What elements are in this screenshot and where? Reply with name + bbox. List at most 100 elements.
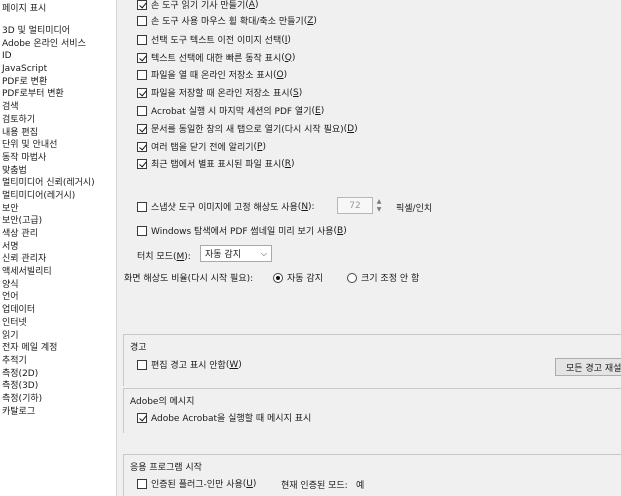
- certified-plugins-checkbox[interactable]: [137, 478, 147, 489]
- sidebar-item[interactable]: 동작 마법사: [2, 152, 95, 165]
- certified-mode-value: 예: [356, 481, 365, 491]
- sidebar-item[interactable]: 인터넷: [2, 317, 95, 330]
- option-access-key: Q: [284, 52, 292, 63]
- sidebar-item[interactable]: 읽기: [2, 330, 95, 343]
- resolution-noscale-option[interactable]: 크기 조정 안 함: [347, 271, 419, 284]
- sidebar-item[interactable]: 내용 편집: [2, 127, 95, 140]
- snapshot-resolution-value: 72: [349, 200, 361, 211]
- thumbnail-preview-checkbox[interactable]: [137, 225, 147, 236]
- sidebar-item[interactable]: 멀티미디어 신뢰(레거시): [2, 177, 95, 190]
- adobe-messages-label: Adobe Acrobat을 실행할 때 메시지 표시: [151, 414, 312, 424]
- chevron-down-icon: ⌵: [260, 249, 267, 258]
- touch-mode-select[interactable]: 자동 감지 ⌵: [200, 245, 272, 262]
- sidebar-item[interactable]: 액세서빌리티: [2, 266, 95, 279]
- certified-mode-label: 현재 인증된 모드:: [281, 481, 348, 491]
- touch-mode-key: M: [176, 252, 185, 262]
- sidebar-item[interactable]: 보안(고급): [2, 215, 95, 228]
- sidebar-item[interactable]: 양식: [2, 279, 95, 292]
- sidebar-item[interactable]: 검토하기: [2, 114, 95, 127]
- option-checkbox[interactable]: [137, 15, 147, 26]
- option-row[interactable]: 파일을 열 때 온라인 저장소 표시(O): [137, 68, 287, 81]
- option-checkbox[interactable]: [137, 0, 147, 10]
- option-access-key: S: [293, 87, 299, 98]
- edit-warning-key: W: [229, 359, 239, 370]
- option-row[interactable]: 선택 도구 텍스트 이전 이미지 선택(I): [137, 33, 291, 46]
- option-access-key: O: [276, 69, 284, 80]
- option-row[interactable]: 손 도구 사용 마우스 휠 확대/축소 만들기(Z): [137, 14, 317, 27]
- sidebar-item[interactable]: 서명: [2, 241, 95, 254]
- option-row[interactable]: 텍스트 선택에 대한 빠른 동작 표시(Q): [137, 51, 295, 64]
- sidebar-item[interactable]: 신뢰 관리자: [2, 253, 95, 266]
- sidebar-item[interactable]: 업데이터: [2, 304, 95, 317]
- sidebar-item[interactable]: 보안: [2, 203, 95, 216]
- option-checkbox[interactable]: [137, 34, 147, 45]
- option-access-key: R: [284, 158, 292, 169]
- option-checkbox[interactable]: [137, 123, 147, 134]
- sidebar-item[interactable]: JavaScript: [2, 63, 95, 76]
- sidebar-item-page-display[interactable]: 페이지 표시: [2, 1, 46, 14]
- sidebar-item[interactable]: 색상 관리: [2, 228, 95, 241]
- option-checkbox[interactable]: [137, 105, 147, 116]
- certified-plugins-option[interactable]: 인증된 플러그-인만 사용(U): [137, 477, 256, 490]
- resolution-auto-label: 자동 감지: [287, 274, 323, 284]
- snapshot-resolution-checkbox[interactable]: [137, 201, 147, 212]
- snapshot-resolution-spinbox[interactable]: 72: [337, 197, 373, 214]
- resolution-auto-radio[interactable]: [273, 272, 283, 283]
- option-label: 최근 탭에서 별표 표시된 파일 표시: [151, 160, 282, 170]
- option-access-key: D: [347, 123, 355, 134]
- sidebar-item[interactable]: ID: [2, 50, 95, 63]
- thumbnail-preview-label: Windows 탐색에서 PDF 썸네일 미리 보기 사용: [151, 227, 334, 237]
- option-row[interactable]: 여러 탭을 닫기 전에 알리기(P): [137, 140, 266, 153]
- sidebar-item[interactable]: 카탈로그: [2, 406, 95, 419]
- option-checkbox[interactable]: [137, 141, 147, 152]
- sidebar-item[interactable]: 맞춤법: [2, 165, 95, 178]
- sidebar-item[interactable]: Adobe 온라인 서비스: [2, 38, 95, 51]
- option-access-key: I: [284, 34, 288, 45]
- sidebar-item[interactable]: 멀티미디어(레거시): [2, 190, 95, 203]
- option-access-key: A: [248, 0, 255, 10]
- sidebar-item[interactable]: 측정(3D): [2, 380, 95, 393]
- option-row[interactable]: 최근 탭에서 별표 표시된 파일 표시(R): [137, 157, 295, 170]
- option-row[interactable]: Acrobat 실행 시 마지막 세션의 PDF 열기(E): [137, 104, 324, 117]
- general-settings-panel: 손 도구 읽기 기사 만들기(A) 손 도구 사용 마우스 휠 확대/축소 만들기…: [118, 0, 621, 496]
- option-access-key: P: [257, 141, 263, 152]
- option-checkbox[interactable]: [137, 52, 147, 63]
- adobe-messages-option[interactable]: Adobe Acrobat을 실행할 때 메시지 표시: [137, 411, 311, 424]
- option-checkbox[interactable]: [137, 158, 147, 169]
- option-label: 파일을 열 때 온라인 저장소 표시: [151, 71, 273, 81]
- category-sidebar: 페이지 표시 3D 및 멀티미디어 Adobe 온라인 서비스 ID JavaScri…: [0, 0, 117, 496]
- sidebar-item[interactable]: 단위 및 안내선: [2, 139, 95, 152]
- touch-mode-value: 자동 감지: [205, 250, 241, 260]
- option-row[interactable]: 문서를 동일한 창의 새 탭으로 열기(다시 시작 필요)(D): [137, 122, 358, 135]
- sidebar-item[interactable]: 추적기: [2, 355, 95, 368]
- sidebar-item[interactable]: 전자 메일 계정: [2, 342, 95, 355]
- option-label: 텍스트 선택에 대한 빠른 동작 표시: [151, 54, 282, 64]
- thumbnail-preview-option[interactable]: Windows 탐색에서 PDF 썸네일 미리 보기 사용(B): [137, 224, 347, 237]
- sidebar-item[interactable]: PDF로 변환: [2, 76, 95, 89]
- adobe-messages-title: Adobe의 메시지: [130, 397, 195, 407]
- snapshot-resolution-option[interactable]: 스냅샷 도구 이미지에 고정 해상도 사용(N):: [137, 200, 315, 213]
- option-checkbox[interactable]: [137, 87, 147, 98]
- adobe-messages-checkbox[interactable]: [137, 412, 147, 423]
- touch-mode-label-text: 터치 모드: [137, 252, 173, 262]
- resolution-auto-option[interactable]: 자동 감지: [273, 271, 323, 284]
- snapshot-resolution-key: N: [301, 201, 309, 212]
- reset-warnings-button[interactable]: 모든 경고 재설정: [555, 358, 621, 376]
- edit-warning-option[interactable]: 편집 경고 표시 안함(W): [137, 358, 242, 371]
- option-checkbox[interactable]: [137, 69, 147, 80]
- option-row[interactable]: 손 도구 읽기 기사 만들기(A): [137, 0, 258, 11]
- sidebar-item[interactable]: 검색: [2, 101, 95, 114]
- resolution-noscale-radio[interactable]: [347, 272, 357, 283]
- sidebar-item[interactable]: PDF로부터 변환: [2, 88, 95, 101]
- edit-warning-checkbox[interactable]: [137, 359, 147, 370]
- option-row[interactable]: 파일을 저장할 때 온라인 저장소 표시(S): [137, 86, 302, 99]
- sidebar-item[interactable]: 3D 및 멀티미디어: [2, 25, 95, 38]
- spin-arrows-icon[interactable]: ▲ ▼: [375, 198, 383, 214]
- option-label: 손 도구 사용 마우스 휠 확대/축소 만들기: [151, 17, 304, 27]
- touch-mode-label: 터치 모드(M):: [137, 252, 191, 262]
- sidebar-item[interactable]: 언어: [2, 291, 95, 304]
- certified-plugins-label: 인증된 플러그-인만 사용: [151, 480, 243, 490]
- sidebar-item[interactable]: 측정(2D): [2, 368, 95, 381]
- option-label: 선택 도구 텍스트 이전 이미지 선택: [151, 36, 282, 46]
- sidebar-item[interactable]: 측정(기하): [2, 393, 95, 406]
